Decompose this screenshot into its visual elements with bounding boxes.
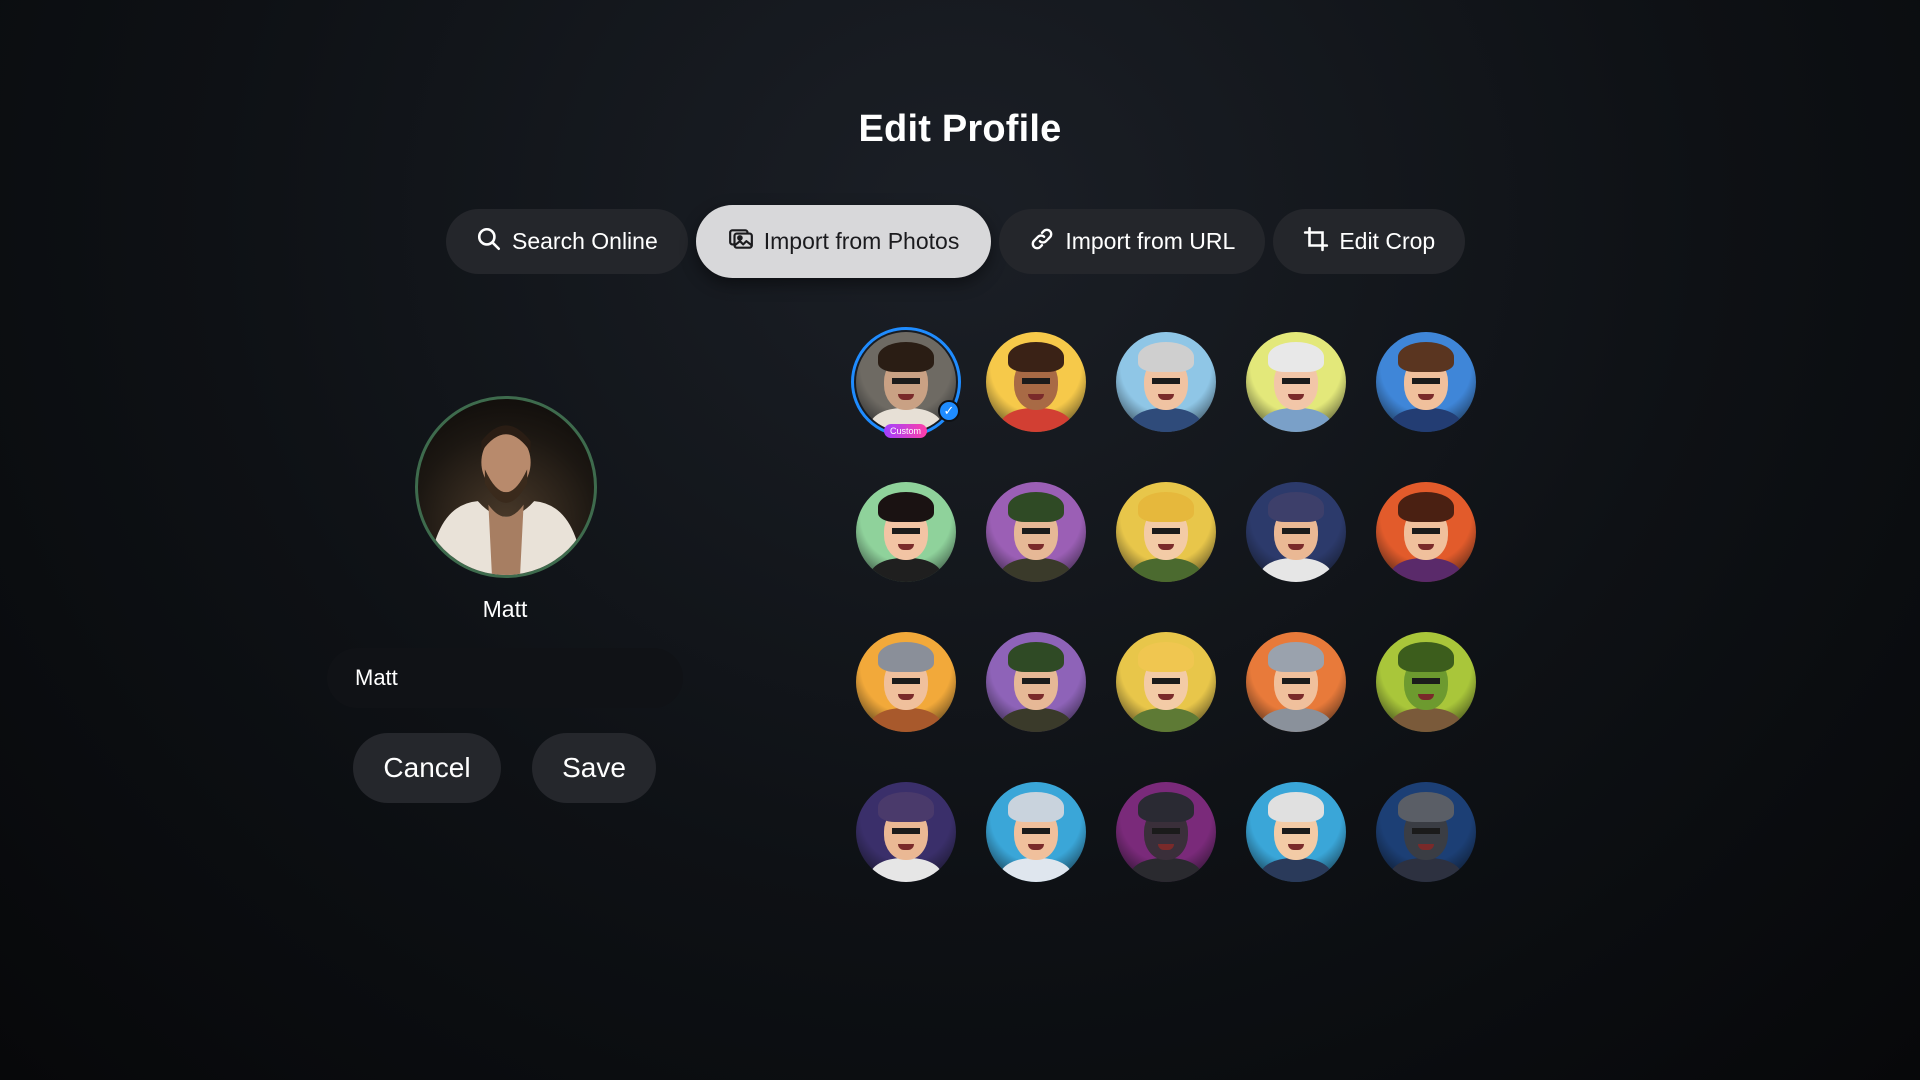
profile-avatar[interactable] (415, 396, 597, 578)
avatar-option-helmet-bounty-hunter[interactable] (1376, 782, 1476, 882)
avatar-option-orc[interactable] (1376, 632, 1476, 732)
profile-name: Matt (482, 596, 528, 622)
avatar-option-cyborg-visor[interactable] (1116, 782, 1216, 882)
avatar-illustration (986, 782, 1086, 882)
avatar-illustration (1116, 632, 1216, 732)
avatar-illustration (856, 482, 956, 582)
cancel-button[interactable]: Cancel (353, 733, 501, 803)
photos-icon (728, 226, 754, 258)
tab-edit-crop[interactable]: Edit Crop (1273, 209, 1466, 274)
checkmark-icon: ✓ (938, 400, 960, 422)
avatar-option-custom-photo[interactable]: ✓ Custom (851, 327, 961, 438)
tab-import-from-url[interactable]: Import from URL (999, 209, 1266, 274)
tab-search-online[interactable]: Search Online (446, 209, 688, 274)
avatar-illustration (1116, 482, 1216, 582)
avatar-option-green-hood-archer[interactable] (986, 632, 1086, 732)
avatar-illustration (856, 782, 956, 882)
avatar-illustration (986, 332, 1086, 432)
avatar-illustration (986, 482, 1086, 582)
name-input[interactable] (327, 648, 683, 708)
crop-icon (1303, 226, 1329, 258)
avatar-option-old-wizard[interactable] (856, 782, 956, 882)
save-button[interactable]: Save (532, 733, 656, 803)
tab-label: Import from URL (1065, 228, 1236, 254)
avatar-illustration (1376, 332, 1476, 432)
tab-label: Search Online (512, 228, 658, 254)
avatar-option-dark-hair-woman[interactable] (856, 482, 956, 582)
avatar-illustration (1116, 332, 1216, 432)
avatar-illustration (1376, 482, 1476, 582)
tab-label: Edit Crop (1339, 228, 1436, 254)
avatar-illustration (1376, 782, 1476, 882)
avatar-illustration (856, 632, 956, 732)
tab-import-from-photos[interactable]: Import from Photos (695, 205, 992, 278)
link-icon (1029, 226, 1055, 258)
avatar-illustration (1376, 632, 1476, 732)
avatar-option-blonde-elf[interactable] (1116, 482, 1216, 582)
avatar-grid: ✓ Custom (851, 327, 1476, 882)
avatar-option-grandma[interactable] (1246, 332, 1346, 432)
search-icon (476, 226, 502, 258)
avatar-option-young-man[interactable] (1376, 332, 1476, 432)
avatar-option-bald-glasses-man[interactable] (1116, 332, 1216, 432)
source-tabs: Search Online Import from Photos Import … (446, 205, 1466, 278)
avatar-illustration (1116, 782, 1216, 882)
avatar-illustration (1246, 482, 1346, 582)
avatar-option-armored-knight[interactable] (1246, 632, 1346, 732)
avatar-illustration (1246, 632, 1346, 732)
avatar-illustration (1246, 332, 1346, 432)
avatar-option-dwarf-warrior[interactable] (856, 632, 956, 732)
avatar-illustration (1246, 782, 1346, 882)
profile-photo-illustration (428, 425, 584, 575)
avatar-option-silver-hair-elf[interactable] (1246, 782, 1346, 882)
avatar-option-wizard-blue[interactable] (1246, 482, 1346, 582)
avatar-option-curly-kid[interactable] (986, 332, 1086, 432)
avatar-option-fire-mage[interactable] (1376, 482, 1476, 582)
avatar-option-hooded-ranger[interactable] (986, 482, 1086, 582)
tab-label: Import from Photos (763, 228, 960, 254)
avatar-illustration (986, 632, 1086, 732)
custom-tag: Custom (884, 424, 928, 438)
page-title: Edit Profile (858, 108, 1062, 150)
avatar-option-elf-princess[interactable] (1116, 632, 1216, 732)
avatar-option-space-pilot[interactable] (986, 782, 1086, 882)
